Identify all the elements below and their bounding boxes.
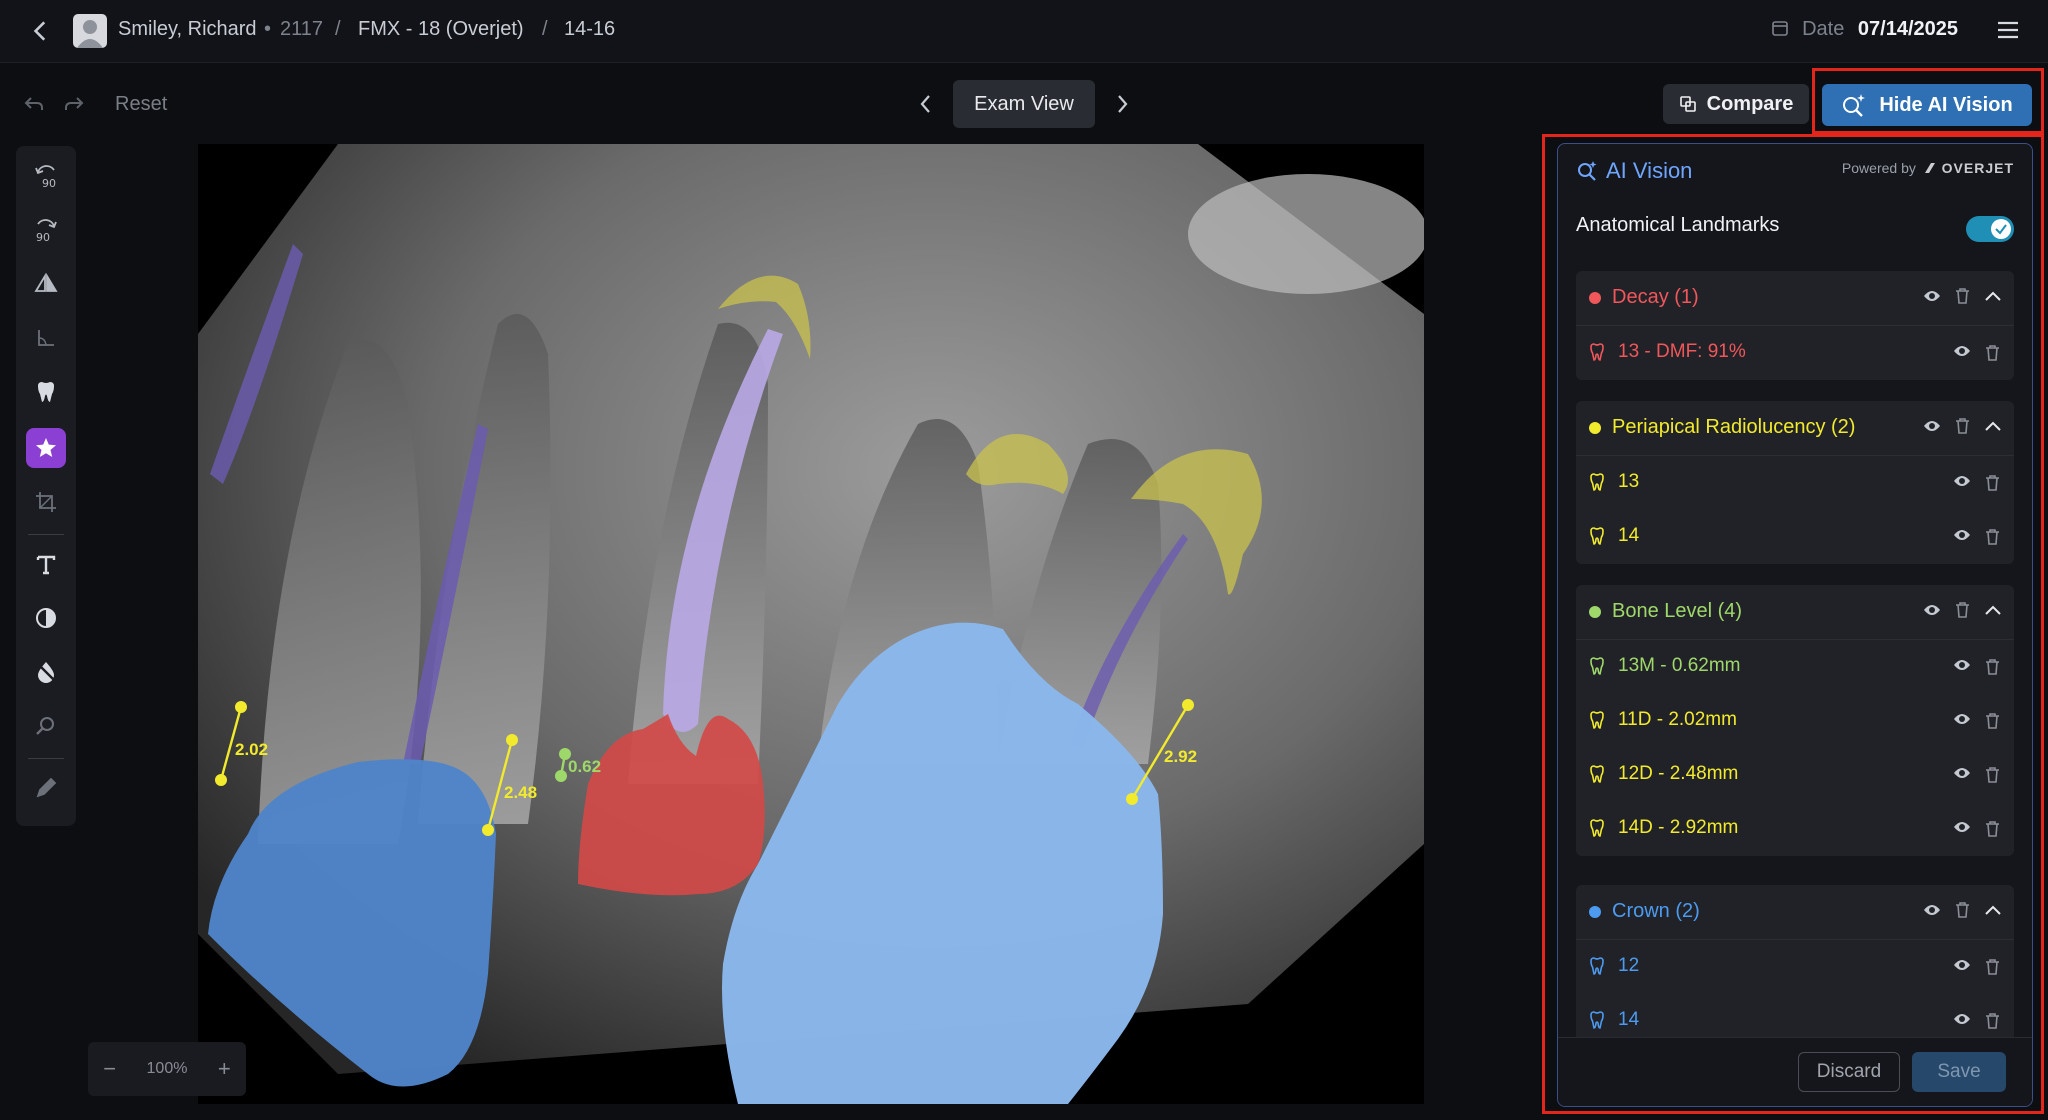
rotate-left-icon: 90 bbox=[35, 165, 56, 190]
pen-tool[interactable] bbox=[26, 768, 66, 808]
contrast-icon bbox=[36, 608, 56, 628]
flip-icon bbox=[34, 272, 58, 292]
angle-icon bbox=[38, 330, 54, 346]
tooth-icon bbox=[38, 382, 54, 402]
bone-measure-12d: 2.48 bbox=[504, 783, 537, 802]
compare-button[interactable]: Compare bbox=[1663, 84, 1809, 124]
magnifier-icon bbox=[36, 717, 54, 735]
angle-tool[interactable] bbox=[26, 318, 66, 358]
redo-icon[interactable] bbox=[62, 92, 86, 116]
left-tool-palette: 90 90 bbox=[16, 146, 76, 826]
xray-viewer[interactable]: 2.02 2.48 0.62 2.92 bbox=[198, 144, 1424, 1104]
date-display: Date 07/14/2025 bbox=[1771, 18, 1958, 41]
magnify-tool[interactable] bbox=[26, 706, 66, 746]
text-tool[interactable] bbox=[26, 544, 66, 584]
calendar-icon bbox=[1771, 21, 1788, 36]
top-bar: Smiley, Richard • 2117 / FMX - 18 (Overj… bbox=[0, 0, 2048, 63]
date-value: 07/14/2025 bbox=[1857, 18, 1958, 40]
breadcrumb-series[interactable]: FMX - 18 (Overjet) bbox=[358, 18, 524, 41]
breadcrumb-dot: • bbox=[264, 18, 272, 40]
reset-button[interactable]: Reset bbox=[115, 93, 167, 116]
exam-view-button[interactable]: Exam View bbox=[953, 80, 1095, 128]
breadcrumb-teeth[interactable]: 14-16 bbox=[564, 18, 615, 41]
breadcrumb-separator: / bbox=[335, 18, 341, 40]
patient-id: 2117 bbox=[280, 18, 324, 40]
bone-measure-13m: 0.62 bbox=[568, 757, 601, 776]
rotate-right-label: 90 bbox=[36, 231, 50, 244]
flip-tool[interactable] bbox=[26, 264, 66, 304]
chevron-right-icon[interactable] bbox=[1110, 92, 1134, 116]
tooth-tool[interactable] bbox=[26, 372, 66, 412]
compare-label: Compare bbox=[1706, 92, 1794, 115]
compare-icon bbox=[1679, 96, 1696, 112]
pen-icon bbox=[36, 777, 57, 798]
star-icon bbox=[36, 438, 56, 457]
rotate-left-90-tool[interactable]: 90 bbox=[26, 156, 66, 196]
crop-tool[interactable] bbox=[26, 482, 66, 522]
contrast-tool[interactable] bbox=[26, 598, 66, 638]
zoom-out-button[interactable]: − bbox=[103, 1056, 116, 1082]
tool-divider bbox=[28, 758, 64, 759]
chevron-left-icon[interactable] bbox=[914, 92, 938, 116]
text-icon bbox=[36, 555, 56, 575]
zoom-control: − 100% + bbox=[88, 1042, 246, 1096]
invert-droplet-icon bbox=[36, 662, 56, 683]
zoom-in-button[interactable]: + bbox=[218, 1056, 231, 1082]
undo-icon[interactable] bbox=[22, 92, 46, 116]
invert-tool[interactable] bbox=[26, 652, 66, 692]
date-label: Date bbox=[1802, 18, 1845, 40]
back-arrow-icon[interactable] bbox=[28, 18, 54, 44]
xray-image: 2.02 2.48 0.62 2.92 bbox=[198, 144, 1424, 1104]
tool-divider bbox=[28, 534, 64, 535]
highlight-box-ai-panel bbox=[1542, 134, 2044, 1114]
bone-measure-11d: 2.02 bbox=[235, 740, 268, 759]
bone-measure-14d: 2.92 bbox=[1164, 747, 1197, 766]
rotate-left-label: 90 bbox=[42, 177, 56, 190]
breadcrumb-separator: / bbox=[542, 18, 548, 40]
avatar bbox=[73, 14, 107, 48]
highlight-box-hide-ai bbox=[1812, 68, 2044, 134]
hamburger-menu-icon[interactable] bbox=[1996, 20, 2020, 40]
patient-name[interactable]: Smiley, Richard bbox=[118, 18, 257, 41]
crop-icon bbox=[36, 492, 56, 512]
rotate-right-90-tool[interactable]: 90 bbox=[26, 210, 66, 250]
ai-annotation-tool[interactable] bbox=[26, 428, 66, 468]
zoom-level: 100% bbox=[146, 1060, 188, 1077]
rotate-right-icon: 90 bbox=[36, 219, 57, 244]
